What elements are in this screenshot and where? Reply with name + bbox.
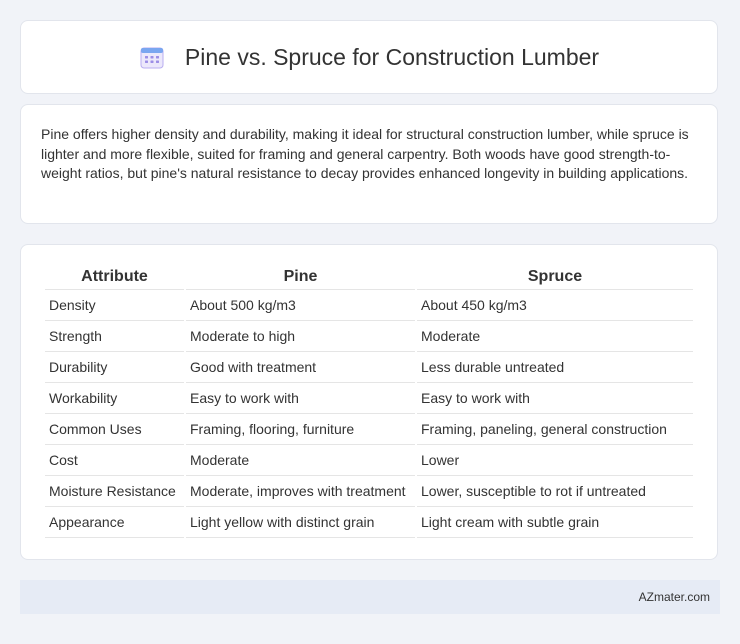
cell-spruce: Lower, susceptible to rot if untreated	[417, 476, 693, 507]
table-row: Durability Good with treatment Less durabl…	[45, 352, 693, 383]
table-row: Appearance Light yellow with distinct gra…	[45, 507, 693, 538]
summary-card: Pine offers higher density and durabilit…	[20, 104, 718, 224]
cell-attribute: Density	[45, 290, 184, 321]
comparison-table: Attribute Pine Spruce Density About 500 k…	[43, 265, 695, 538]
table-row: Moisture Resistance Moderate, improves wi…	[45, 476, 693, 507]
cell-pine: Moderate to high	[186, 321, 415, 352]
footer: AZmater.com	[20, 580, 720, 614]
summary-text: Pine offers higher density and durabilit…	[41, 126, 689, 181]
cell-attribute: Strength	[45, 321, 184, 352]
comparison-table-card: Attribute Pine Spruce Density About 500 k…	[20, 244, 718, 560]
cell-pine: Good with treatment	[186, 352, 415, 383]
header-spruce: Spruce	[417, 265, 693, 290]
table-header-row: Attribute Pine Spruce	[45, 265, 693, 290]
cell-pine: Light yellow with distinct grain	[186, 507, 415, 538]
table-row: Workability Easy to work with Easy to work…	[45, 383, 693, 414]
table-row: Cost Moderate Lower	[45, 445, 693, 476]
calendar-icon	[139, 44, 165, 70]
cell-attribute: Moisture Resistance	[45, 476, 184, 507]
cell-attribute: Workability	[45, 383, 184, 414]
cell-attribute: Durability	[45, 352, 184, 383]
header-pine: Pine	[186, 265, 415, 290]
cell-pine: Easy to work with	[186, 383, 415, 414]
cell-spruce: Less durable untreated	[417, 352, 693, 383]
cell-spruce: Light cream with subtle grain	[417, 507, 693, 538]
cell-pine: Framing, flooring, furniture	[186, 414, 415, 445]
table-row: Density About 500 kg/m3 About 450 kg/m3	[45, 290, 693, 321]
cell-attribute: Common Uses	[45, 414, 184, 445]
cell-pine: Moderate, improves with treatment	[186, 476, 415, 507]
header-attribute: Attribute	[45, 265, 184, 290]
cell-pine: Moderate	[186, 445, 415, 476]
title-card: Pine vs. Spruce for Construction Lumber	[20, 20, 718, 94]
cell-spruce: About 450 kg/m3	[417, 290, 693, 321]
page-title: Pine vs. Spruce for Construction Lumber	[184, 43, 600, 70]
cell-attribute: Cost	[45, 445, 184, 476]
table-row: Common Uses Framing, flooring, furniture F…	[45, 414, 693, 445]
footer-brand: AZmater.com	[638, 590, 710, 604]
cell-pine: About 500 kg/m3	[186, 290, 415, 321]
cell-spruce: Framing, paneling, general construction	[417, 414, 693, 445]
cell-spruce: Easy to work with	[417, 383, 693, 414]
table-row: Strength Moderate to high Moderate	[45, 321, 693, 352]
cell-spruce: Lower	[417, 445, 693, 476]
cell-spruce: Moderate	[417, 321, 693, 352]
cell-attribute: Appearance	[45, 507, 184, 538]
